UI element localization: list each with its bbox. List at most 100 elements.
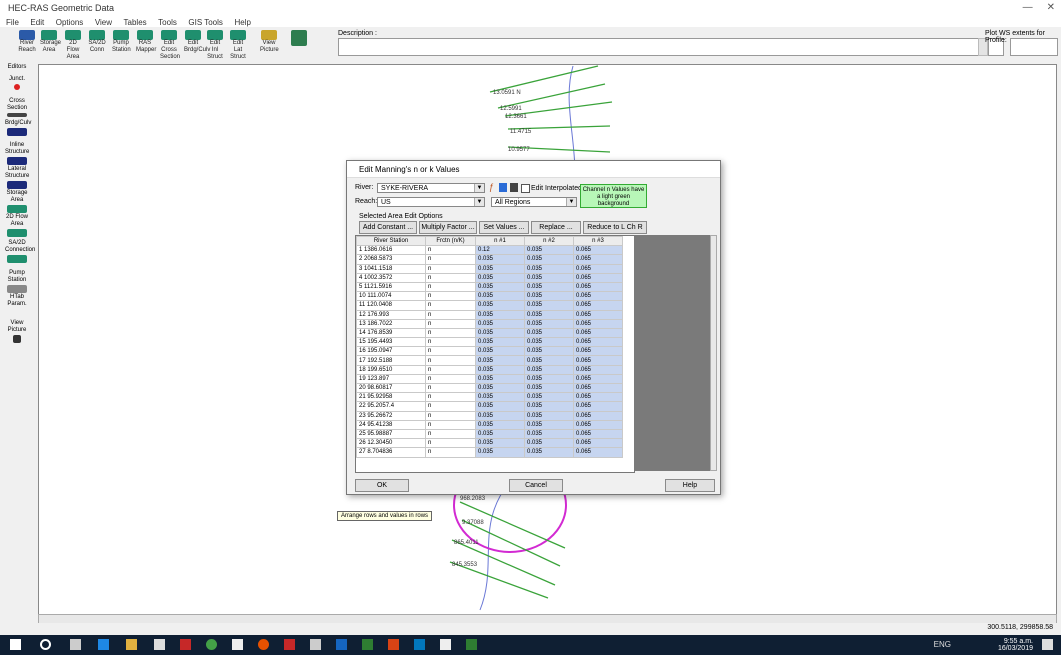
friction-cell[interactable]: n: [425, 254, 476, 265]
n-value-cell[interactable]: 0.035: [475, 272, 525, 283]
camera-icon[interactable]: [232, 639, 243, 650]
river-station-cell[interactable]: 18 199.6510: [356, 364, 426, 375]
friction-cell[interactable]: n: [425, 401, 476, 412]
n-value-cell[interactable]: 0.035: [475, 327, 525, 339]
table-row[interactable]: 17 192.5188 n 0.035 0.035 0.065: [356, 355, 623, 366]
friction-cell[interactable]: n: [425, 355, 476, 366]
table-row[interactable]: 18 199.6510 n 0.035 0.035 0.065: [356, 364, 623, 375]
n-value-cell[interactable]: 0.035: [524, 245, 574, 256]
river-station-cell[interactable]: 20 98.60817: [356, 382, 426, 394]
cancel-button[interactable]: Cancel: [509, 479, 563, 492]
n-value-cell[interactable]: 0.035: [524, 327, 574, 339]
n-value-cell[interactable]: 0.035: [475, 447, 525, 458]
n-value-cell[interactable]: 0.035: [475, 263, 525, 274]
friction-cell[interactable]: n: [425, 272, 476, 283]
friction-cell[interactable]: n: [425, 373, 476, 385]
n-value-cell[interactable]: 0.065: [573, 438, 623, 449]
column-header[interactable]: n #3: [573, 235, 623, 247]
n-value-cell[interactable]: 0.065: [573, 392, 623, 403]
river-station-cell[interactable]: 25 95.98887: [356, 428, 426, 440]
ok-button[interactable]: OK: [355, 479, 409, 492]
n-value-cell[interactable]: 0.035: [524, 337, 574, 348]
n-value-cell[interactable]: 0.035: [524, 438, 574, 449]
file-explorer-icon[interactable]: [126, 639, 137, 650]
task-view-icon[interactable]: [70, 639, 81, 650]
n-value-cell[interactable]: 0.035: [475, 392, 525, 403]
add-constant-button[interactable]: Add Constant ...: [359, 221, 417, 234]
river-station-cell[interactable]: 2 2068.5873: [356, 254, 426, 265]
river-station-cell[interactable]: 24 95.41238: [356, 419, 426, 430]
function-icon[interactable]: ƒ: [489, 182, 494, 192]
n-value-cell[interactable]: 0.035: [475, 410, 525, 421]
copy-icon[interactable]: [499, 183, 507, 192]
river-station-cell[interactable]: 26 12.30450: [356, 438, 426, 449]
excel-icon[interactable]: [362, 639, 373, 650]
n-value-cell[interactable]: 0.035: [475, 281, 525, 293]
river-station-cell[interactable]: 16 195.0947: [356, 346, 426, 357]
river-station-cell[interactable]: 19 123.897: [356, 373, 426, 385]
n-value-cell[interactable]: 0.035: [524, 364, 574, 375]
notification-icon[interactable]: [1042, 639, 1053, 650]
river-station-cell[interactable]: 3 1041.1518: [356, 263, 426, 274]
table-row[interactable]: 4 1002.3572 n 0.035 0.035 0.065: [356, 272, 623, 283]
tray-language[interactable]: ENG: [934, 640, 951, 649]
powerpoint-icon[interactable]: [388, 639, 399, 650]
region-select[interactable]: All Regions ▼: [491, 197, 577, 207]
friction-cell[interactable]: n: [425, 337, 476, 348]
n-value-cell[interactable]: 0.035: [524, 419, 574, 430]
friction-cell[interactable]: n: [425, 263, 476, 274]
reduce-to-lchr-button[interactable]: Reduce to L Ch R ...: [583, 221, 647, 242]
n-value-cell[interactable]: 0.035: [524, 291, 574, 302]
friction-cell[interactable]: n: [425, 346, 476, 357]
column-header[interactable]: River Station: [356, 235, 426, 247]
n-value-cell[interactable]: 0.035: [475, 382, 525, 394]
table-row[interactable]: 14 176.8539 n 0.035 0.035 0.065: [356, 327, 623, 339]
n-value-cell[interactable]: 0.035: [524, 300, 574, 311]
reach-select[interactable]: US ▼: [377, 197, 485, 207]
friction-cell[interactable]: n: [425, 392, 476, 403]
n-value-cell[interactable]: 0.065: [573, 428, 623, 440]
n-value-cell[interactable]: 0.12: [475, 245, 525, 256]
friction-cell[interactable]: n: [425, 410, 476, 421]
n-value-cell[interactable]: 0.065: [573, 318, 623, 329]
friction-cell[interactable]: n: [425, 245, 476, 256]
river-station-cell[interactable]: 15 195.4493: [356, 337, 426, 348]
table-row[interactable]: 16 195.0947 n 0.035 0.035 0.065: [356, 346, 623, 357]
multiply-factor-button[interactable]: Multiply Factor ...: [419, 221, 477, 234]
edge-icon[interactable]: [98, 639, 109, 650]
n-value-cell[interactable]: 0.035: [475, 318, 525, 329]
hecras-icon[interactable]: [310, 639, 321, 650]
table-row[interactable]: 2 2068.5873 n 0.035 0.035 0.065: [356, 254, 623, 265]
n-value-cell[interactable]: 0.065: [573, 410, 623, 421]
river-station-cell[interactable]: 27 8.704836: [356, 447, 426, 458]
table-row[interactable]: 20 98.60817 n 0.035 0.035 0.065: [356, 382, 623, 394]
n-value-cell[interactable]: 0.035: [475, 337, 525, 348]
clock[interactable]: 9:55 a.m. 16/03/2019: [998, 638, 1033, 652]
n-value-cell[interactable]: 0.035: [475, 346, 525, 357]
river-station-cell[interactable]: 14 176.8539: [356, 327, 426, 339]
river-station-cell[interactable]: 13 186.7022: [356, 318, 426, 329]
set-values-button[interactable]: Set Values ...: [479, 221, 529, 234]
acrobat-icon[interactable]: [284, 639, 295, 650]
n-value-cell[interactable]: 0.035: [524, 382, 574, 394]
n-value-cell[interactable]: 0.035: [524, 355, 574, 366]
river-station-cell[interactable]: 12 176.993: [356, 309, 426, 320]
excel-icon[interactable]: [466, 639, 477, 650]
n-value-cell[interactable]: 0.035: [524, 309, 574, 320]
table-scrollbar[interactable]: [710, 235, 717, 471]
friction-cell[interactable]: n: [425, 428, 476, 440]
n-value-cell[interactable]: 0.065: [573, 300, 623, 311]
word-icon[interactable]: [336, 639, 347, 650]
friction-cell[interactable]: n: [425, 447, 476, 458]
n-value-cell[interactable]: 0.035: [475, 401, 525, 412]
n-value-cell[interactable]: 0.035: [475, 373, 525, 385]
table-row[interactable]: 5 1121.5916 n 0.035 0.035 0.065: [356, 281, 623, 293]
table-row[interactable]: 3 1041.1518 n 0.035 0.035 0.065: [356, 263, 623, 274]
n-value-cell[interactable]: 0.035: [524, 346, 574, 357]
table-row[interactable]: 10 111.0074 n 0.035 0.035 0.065: [356, 291, 623, 302]
n-value-cell[interactable]: 0.035: [475, 438, 525, 449]
n-value-cell[interactable]: 0.035: [475, 419, 525, 430]
table-row[interactable]: 13 186.7022 n 0.035 0.035 0.065: [356, 318, 623, 329]
n-value-cell[interactable]: 0.065: [573, 309, 623, 320]
table-row[interactable]: 26 12.30450 n 0.035 0.035 0.065: [356, 438, 623, 449]
